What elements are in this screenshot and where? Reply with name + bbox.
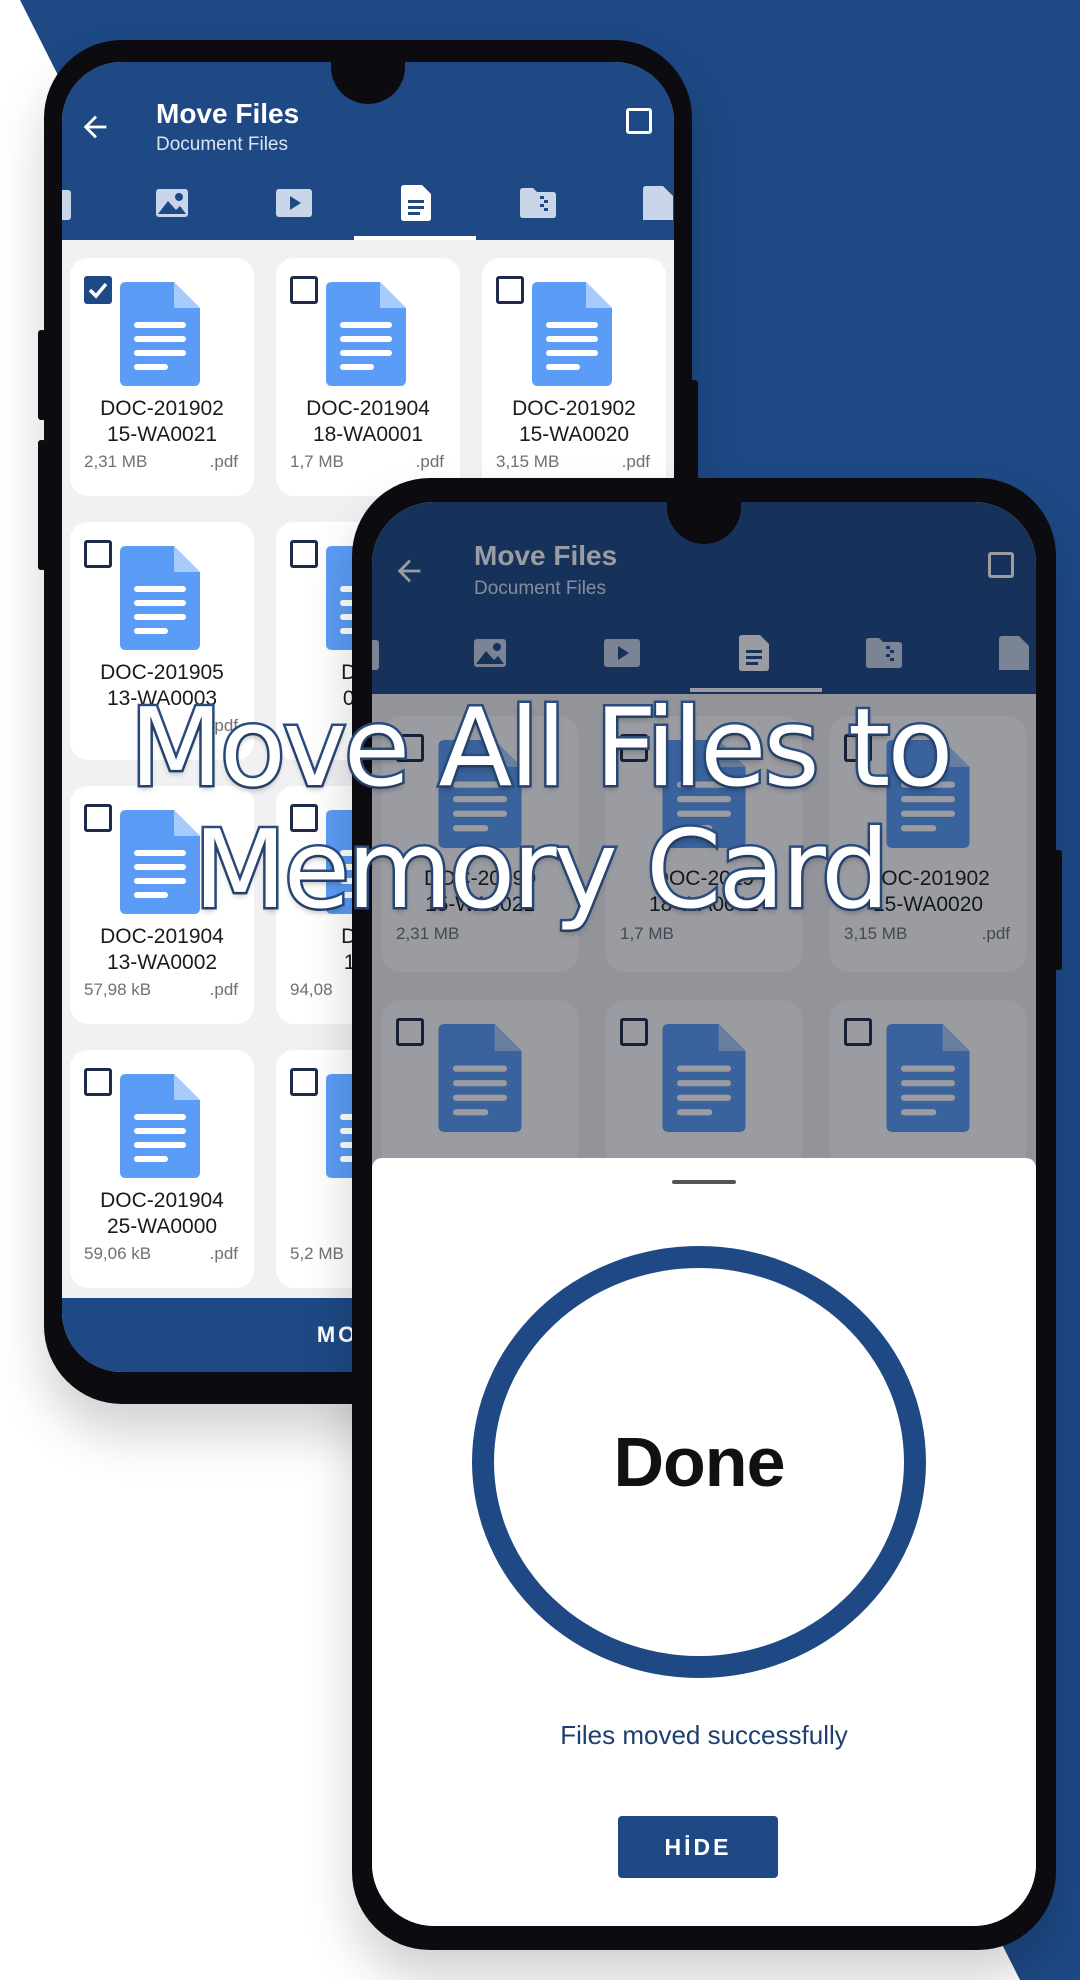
active-tab-indicator xyxy=(354,236,476,240)
file-size: 3,15 MB xyxy=(496,452,560,471)
file-checkbox[interactable] xyxy=(84,1068,112,1096)
file-size: 1,7 MB xyxy=(290,452,344,471)
file-size: 57,98 kB xyxy=(84,980,152,999)
file-extension: .pdf xyxy=(209,452,238,471)
success-message: Files moved successfully xyxy=(560,1720,848,1750)
document-icon xyxy=(401,184,431,226)
done-progress-ring: Done xyxy=(472,1246,926,1678)
file-size: 94,08 xyxy=(290,980,333,999)
file-type-tabs xyxy=(62,180,674,240)
file-icon xyxy=(643,185,673,225)
document-icon xyxy=(532,282,612,391)
file-card[interactable]: DOC-201904 18-WA0001 1,7 MB .pdf xyxy=(276,258,460,496)
document-icon xyxy=(120,282,200,391)
headline-line-2: Memory Card xyxy=(191,807,892,934)
hide-button[interactable]: HİDE xyxy=(618,1816,778,1878)
file-name: DOC-201904 18-WA0001 xyxy=(306,397,430,446)
archive-folder-icon xyxy=(520,187,556,223)
headline-line-1: Move All Files to xyxy=(127,685,956,812)
tab-videos[interactable] xyxy=(264,180,324,230)
image-icon xyxy=(155,188,189,223)
video-icon xyxy=(276,188,312,222)
file-size: 59,06 kB xyxy=(84,1244,152,1263)
file-extension: .pdf xyxy=(209,980,238,999)
file-checkbox[interactable] xyxy=(290,540,318,568)
page-title: Move Files xyxy=(156,98,300,129)
file-checkbox[interactable] xyxy=(84,540,112,568)
file-checkbox[interactable] xyxy=(84,276,112,304)
document-icon xyxy=(120,1074,200,1183)
promo-headline: Move All Files to Memory Card xyxy=(0,685,1080,934)
file-checkbox[interactable] xyxy=(496,276,524,304)
tab-partial[interactable] xyxy=(62,180,92,230)
file-card[interactable]: DOC-201904 25-WA0000 59,06 kB .pdf xyxy=(70,1050,254,1288)
file-size: 5,2 MB xyxy=(290,1244,344,1263)
file-name: DOC-201902 15-WA0021 xyxy=(100,397,224,446)
document-icon xyxy=(326,282,406,391)
sheet-drag-handle[interactable] xyxy=(672,1180,736,1184)
file-name: DOC-201902 15-WA0020 xyxy=(512,397,636,446)
file-size: 2,31 MB xyxy=(84,452,148,471)
file-checkbox[interactable] xyxy=(290,1068,318,1096)
document-icon xyxy=(120,546,200,655)
file-name: DOC-201904 25-WA0000 xyxy=(100,1189,224,1238)
file-card[interactable]: DOC-201902 15-WA0021 2,31 MB .pdf xyxy=(70,258,254,496)
tab-archives[interactable] xyxy=(508,180,568,230)
file-extension: .pdf xyxy=(209,1244,238,1263)
tab-images[interactable] xyxy=(142,180,202,230)
file-extension: .pdf xyxy=(415,452,444,471)
tab-documents[interactable] xyxy=(386,180,446,230)
select-all-checkbox[interactable] xyxy=(626,108,652,134)
file-card[interactable]: DOC-201902 15-WA0020 3,15 MB .pdf xyxy=(482,258,666,496)
file-checkbox[interactable] xyxy=(290,276,318,304)
back-arrow-icon[interactable] xyxy=(78,110,112,149)
page-subtitle: Document Files xyxy=(156,134,288,155)
bottom-sheet: Done Files moved successfully HİDE xyxy=(372,1158,1036,1926)
file-extension: .pdf xyxy=(621,452,650,471)
done-status-text: Done xyxy=(613,1423,786,1501)
tab-other-files[interactable] xyxy=(628,180,674,230)
